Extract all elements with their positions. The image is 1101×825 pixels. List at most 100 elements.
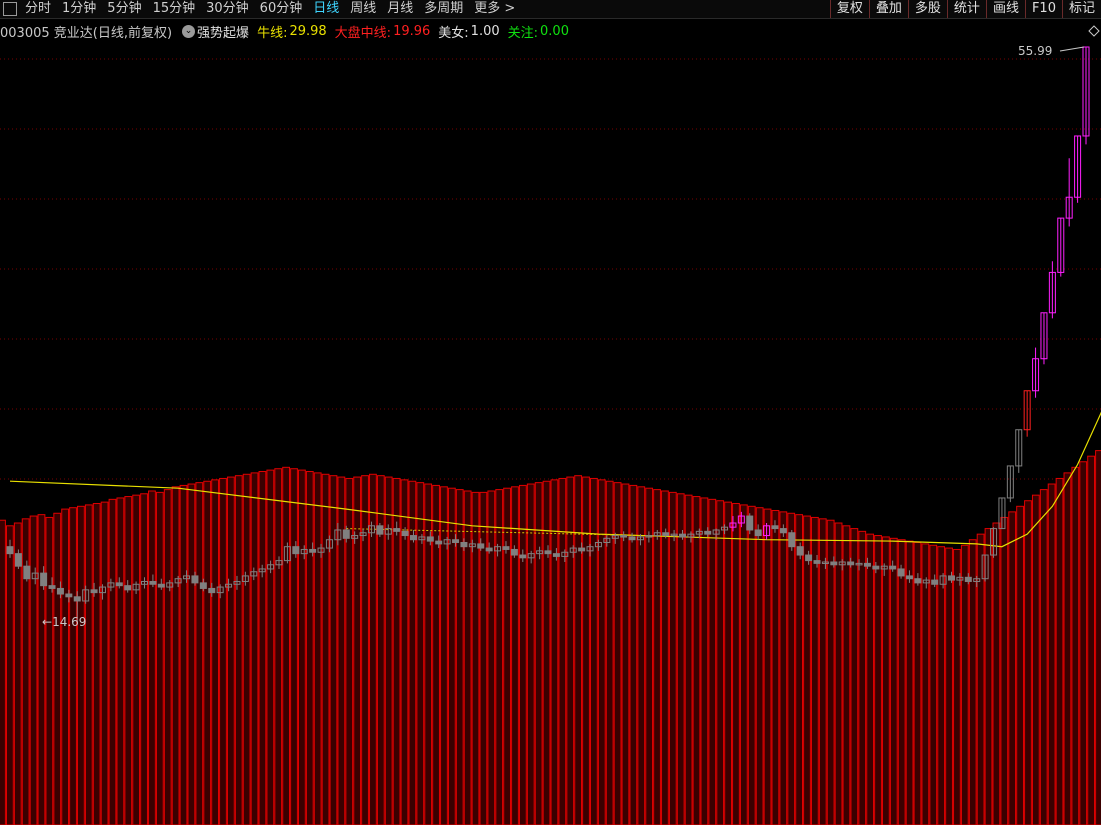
volume-bar [1016,505,1024,825]
volume-bar [234,475,243,825]
period-tab-4[interactable]: 30分钟 [206,0,249,18]
volume-bar [471,491,480,825]
volume-bar [676,493,685,825]
volume-bar [290,468,298,825]
volume-bar [629,484,638,825]
candle-body [426,536,434,542]
volume-bar [53,512,62,825]
volume-bar [77,505,85,825]
period-tab-1[interactable]: 1分钟 [62,0,96,18]
volume-bar [305,470,314,825]
period-tab-3[interactable]: 15分钟 [153,0,196,18]
chevron-down-icon[interactable]: ⌄ [182,24,196,38]
candle-body [964,576,972,582]
toolbar-button-1[interactable]: 叠加 [868,0,908,18]
candle-body [779,528,787,534]
candle-body [889,565,897,570]
volume-bar [163,489,172,825]
candle-body [830,561,838,566]
period-tab-9[interactable]: 多周期 [424,0,463,18]
candle-body [149,580,157,585]
period-tab-0[interactable]: 分时 [25,0,51,18]
candle-body [914,578,922,584]
candle-body [73,596,81,602]
volume-bar [889,537,898,825]
volume-bar [171,486,180,825]
toolbar-button-5[interactable]: F10 [1024,0,1062,18]
volume-bar [495,489,504,825]
indicator-name[interactable]: 强势起爆 [197,22,249,41]
volume-bar [953,548,961,825]
volume-bar [116,497,125,825]
volume-bar [850,528,859,825]
volume-bar [739,504,748,825]
volume-bar [534,482,543,825]
kline-chart[interactable] [0,0,1101,825]
volume-bar [605,480,614,825]
candle-body [704,530,712,535]
candle-body [401,530,409,537]
indicator-info-bar: 003005 竞业达(日线,前复权) ⌄ 强势起爆 牛线: 29.98 大盘中线… [0,21,577,41]
volume-bar [203,480,212,825]
candle-body [376,525,384,535]
volume-bar [321,473,330,825]
volume-bar [518,484,527,825]
period-tab-6[interactable]: 日线 [313,0,339,18]
volume-bar [242,473,251,825]
candle-body [56,587,64,595]
candle-body [662,532,670,537]
toolbar-button-2[interactable]: 多股 [907,0,947,18]
volume-bar [1071,466,1080,825]
volume-bar [29,515,38,825]
candle-body [502,546,510,550]
dapan-label: 大盘中线: [334,25,392,41]
dapan-value: 19.96 [393,23,431,39]
menu-icon[interactable] [3,2,17,16]
volume-bar [100,501,109,825]
volume-bar [1087,455,1096,825]
bull-line-value: 29.98 [289,23,327,39]
volume-bar [140,493,148,825]
candle-body [48,585,56,589]
candle-body [157,583,165,588]
volume-bar [1031,494,1040,825]
volume-bar [416,482,425,825]
volume-bar [1055,477,1064,825]
candle-body [578,547,586,552]
candle-body [847,561,855,566]
period-tab-2[interactable]: 5分钟 [107,0,141,18]
volume-bar [226,476,235,825]
volume-bar [842,525,851,825]
candle-body [342,529,350,539]
volume-bar [1000,516,1009,825]
volume-bar [590,477,598,825]
period-tab-10[interactable]: 更多 > [474,0,515,18]
volume-bar [929,544,938,825]
toolbar-button-4[interactable]: 画线 [985,0,1025,18]
volume-bar [724,501,732,825]
period-tab-7[interactable]: 周线 [350,0,376,18]
volume-bar [874,535,882,825]
volume-bar [921,543,930,825]
volume-bar [0,519,6,825]
candle-body [393,528,401,532]
toolbar-button-3[interactable]: 统计 [946,0,986,18]
period-tab-8[interactable]: 月线 [387,0,413,18]
volume-bar [960,544,969,825]
candle-body [552,553,560,557]
volume-bar [447,487,456,825]
period-tab-5[interactable]: 60分钟 [260,0,303,18]
toolbar-button-6[interactable]: 标记 [1061,0,1101,18]
volume-bar [195,482,204,825]
volume-bar [84,504,93,825]
volume-bar [834,522,843,825]
volume-bar [526,483,535,825]
candle-body [796,546,804,556]
toolbar-button-0[interactable]: 复权 [829,0,869,18]
volume-bar [692,496,701,825]
stock-title: 003005 竞业达(日线,前复权) [0,25,173,41]
volume-bar [187,483,196,825]
guanzhu-value: 0.00 [540,23,569,39]
candle-body [477,543,485,549]
volume-bar [716,500,725,825]
